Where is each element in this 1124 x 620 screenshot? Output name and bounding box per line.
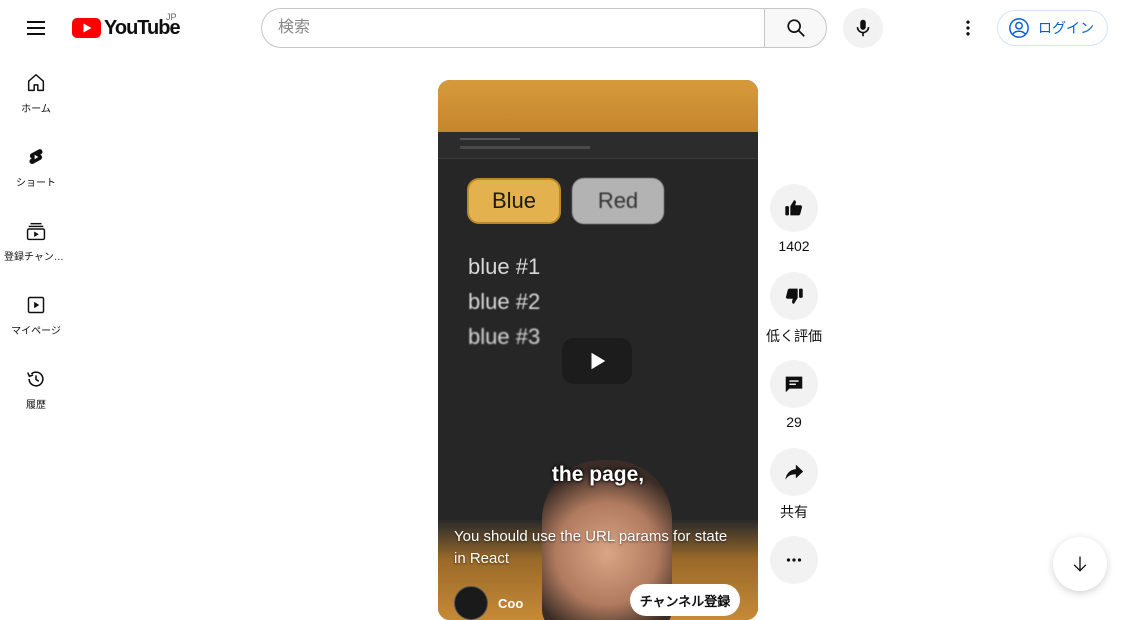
video-title[interactable]: You should use the URL params for state … [454,526,734,570]
search-box [261,8,827,48]
share-action: 共有 [766,448,822,522]
sidebar-item-label: 登録チャンネル [4,252,68,263]
sidebar-item-my-page[interactable]: マイページ [0,278,72,352]
channel-row: Coo [454,586,523,620]
hamburger-icon [27,21,45,35]
channel-name[interactable]: Coo [498,596,523,611]
play-icon [591,352,606,370]
comment-icon [785,376,803,393]
dislike-action: 低く評価 [766,272,822,346]
search-button[interactable] [764,8,827,48]
region-code: JP [166,12,177,22]
more-actions-button[interactable] [770,536,818,584]
sidebar-item-shorts[interactable]: ショート [0,130,72,204]
strip-decoration [460,146,590,149]
video-pill-red: Red [572,178,664,224]
youtube-play-logo-icon [72,18,101,38]
sidebar-item-subscriptions[interactable]: 登録チャンネル [0,204,72,278]
video-top-band [438,80,758,132]
microphone-icon [856,19,870,37]
more-horiz-icon [786,558,802,562]
masthead: YouTube JP ログイン [0,0,1124,56]
sidebar-item-label: マイページ [11,326,61,337]
strip-decoration [460,138,520,140]
like-count: 1402 [778,238,810,254]
login-button[interactable]: ログイン [997,10,1108,46]
home-icon [27,74,45,92]
thumb-down-icon [785,288,803,304]
thumb-up-icon [785,200,803,216]
guide-menu-button[interactable] [16,8,56,48]
login-label: ログイン [1038,20,1094,36]
my-page-icon [27,296,45,314]
sidebar-item-label: ショート [16,178,56,189]
sidebar-item-history[interactable]: 履歴 [0,352,72,426]
sidebar-item-home[interactable]: ホーム [0,56,72,130]
dislike-label: 低く評価 [766,328,822,344]
youtube-logo[interactable]: YouTube [72,14,181,42]
share-label: 共有 [780,504,808,520]
video-editor-strip [438,132,758,159]
shorts-icon [29,149,43,164]
history-icon [27,371,44,387]
account-circle-icon [1009,18,1029,38]
next-video-button[interactable] [1053,537,1107,591]
comments-button[interactable] [770,360,818,408]
settings-more-button[interactable] [948,8,988,48]
subscribe-button[interactable]: チャンネル登録 [630,584,740,616]
video-pill-blue: Blue [467,178,561,224]
video-list-item: blue #1 [468,254,541,279]
sidebar-item-label: ホーム [21,104,51,115]
search-input[interactable] [261,8,764,48]
share-icon [785,464,804,480]
video-caption: the page, [551,463,645,486]
video-list-item: blue #2 [468,289,541,314]
play-button[interactable] [562,338,632,384]
mini-guide: ホーム ショート 登録チャンネル マイページ 履歴 [0,56,72,426]
subscriptions-icon [26,222,46,241]
like-action: 1402 [766,184,822,254]
shorts-video-player[interactable]: Blue Red blue #1 blue #2 blue #3 the pag… [438,80,758,620]
search-icon [786,19,805,37]
more-action [766,536,822,584]
comments-action: 29 [766,360,822,430]
channel-avatar[interactable] [454,586,488,620]
arrow-down-icon [1073,556,1087,572]
comment-count: 29 [786,414,802,430]
dislike-button[interactable] [770,272,818,320]
more-vert-icon [966,20,970,36]
share-button[interactable] [770,448,818,496]
voice-search-button[interactable] [843,8,883,48]
video-list-item: blue #3 [468,324,541,349]
like-button[interactable] [770,184,818,232]
sidebar-item-label: 履歴 [26,400,46,411]
